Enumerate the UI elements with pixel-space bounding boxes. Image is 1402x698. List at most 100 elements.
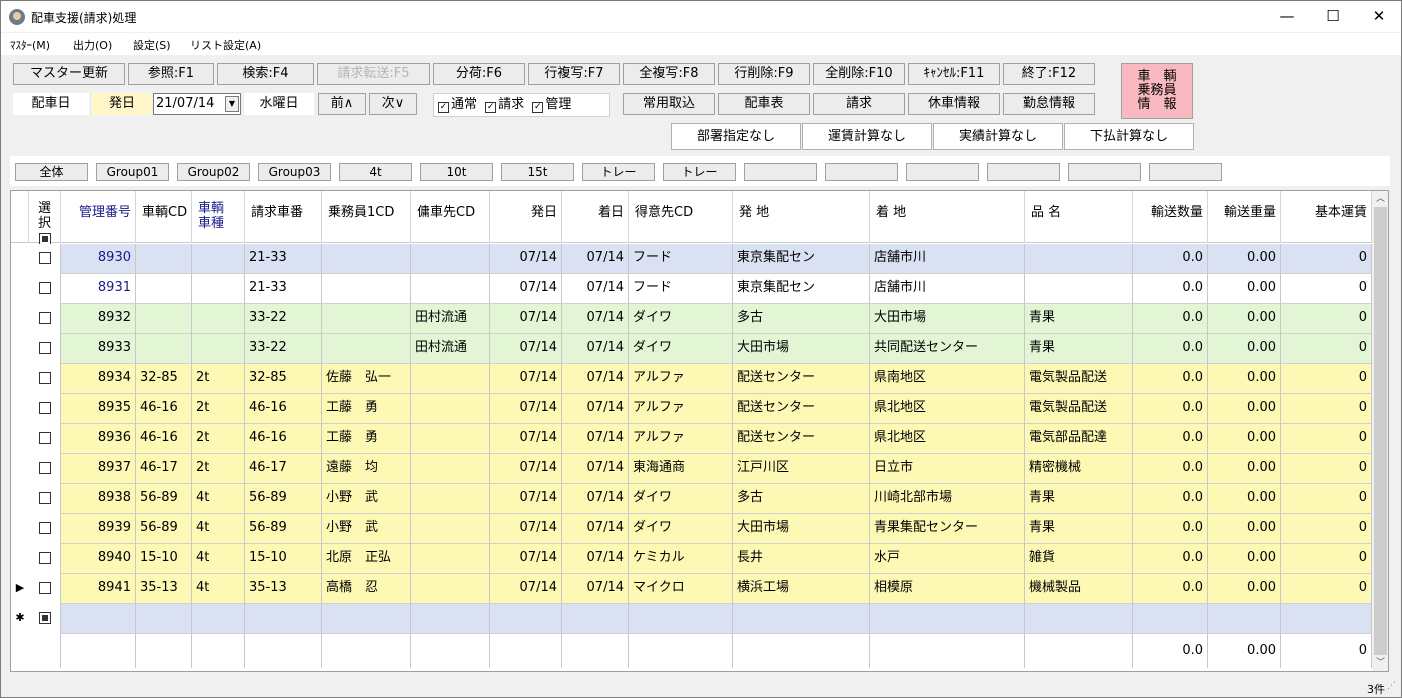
cell-empty[interactable] — [411, 604, 490, 634]
cell-no[interactable]: 21-33 — [245, 274, 322, 304]
cell-item[interactable]: 電気製品配送 — [1025, 364, 1133, 394]
cell-dep[interactable]: 07/14 — [490, 454, 562, 484]
row-select-cell[interactable] — [29, 454, 61, 484]
cell-sub[interactable] — [411, 424, 490, 454]
table-row[interactable]: 8936 46-16 2t 46-16 工藤 勇 07/14 07/14 アルファ 配送センター… — [11, 424, 1372, 454]
group-button-6[interactable]: 15t — [501, 163, 574, 181]
cell-dep[interactable]: 07/14 — [490, 304, 562, 334]
close-button[interactable]: ✕ — [1356, 1, 1402, 32]
cell-arr[interactable]: 07/14 — [562, 364, 629, 394]
cell-id[interactable]: 8937 — [61, 454, 136, 484]
cell-to[interactable]: 共同配送センター — [870, 334, 1025, 364]
regular-import-button[interactable]: 常用取込 — [623, 93, 715, 115]
cell-empty[interactable] — [322, 604, 411, 634]
table-row[interactable]: 8938 56-89 4t 56-89 小野 武 07/14 07/14 ダイワ 多古 川崎北部市… — [11, 484, 1372, 514]
cell-wt[interactable]: 0.00 — [1208, 424, 1281, 454]
cell-item[interactable]: 青果 — [1025, 484, 1133, 514]
check-icon[interactable]: ✓ — [438, 102, 449, 113]
cell-dep[interactable]: 07/14 — [490, 514, 562, 544]
cell-from[interactable]: 多古 — [733, 484, 870, 514]
cell-fare[interactable]: 0 — [1281, 334, 1372, 364]
menu-settings[interactable]: 設定(S) — [133, 37, 171, 53]
tab-department[interactable]: 部署指定なし — [671, 123, 801, 150]
rest-vehicle-info-button[interactable]: 休車情報 — [908, 93, 1000, 115]
cell-from[interactable]: 東京集配セン — [733, 274, 870, 304]
cell-item[interactable]: 青果 — [1025, 334, 1133, 364]
row-select-cell[interactable] — [29, 394, 61, 424]
row-checkbox[interactable] — [38, 342, 51, 354]
cell-fare[interactable]: 0 — [1281, 574, 1372, 604]
cell-arr[interactable]: 07/14 — [562, 484, 629, 514]
scroll-thumb[interactable] — [1374, 207, 1387, 655]
group-button-5[interactable]: 10t — [420, 163, 493, 181]
cell-cust[interactable]: アルファ — [629, 424, 733, 454]
attendance-info-button[interactable]: 勤怠情報 — [1003, 93, 1095, 115]
group-button-8[interactable]: トレー — [663, 163, 736, 181]
cell-no[interactable]: 46-16 — [245, 394, 322, 424]
group-button-3[interactable]: Group03 — [258, 163, 331, 181]
cell-qty[interactable]: 0.0 — [1133, 334, 1208, 364]
cell-sub[interactable] — [411, 394, 490, 424]
row-checkbox[interactable] — [38, 582, 51, 594]
cell-to[interactable]: 大田市場 — [870, 304, 1025, 334]
check-icon[interactable]: ✓ — [532, 102, 544, 113]
table-row[interactable]: 8939 56-89 4t 56-89 小野 武 07/14 07/14 ダイワ 大田市場 青果集… — [11, 514, 1372, 544]
cell-sub[interactable] — [411, 574, 490, 604]
cell-sub[interactable]: 田村流通 — [411, 334, 490, 364]
cell-car[interactable] — [136, 244, 192, 274]
cell-id[interactable]: 8939 — [61, 514, 136, 544]
cell-car[interactable]: 15-10 — [136, 544, 192, 574]
cell-id[interactable]: 8938 — [61, 484, 136, 514]
cell-car[interactable] — [136, 274, 192, 304]
column-header-14[interactable]: 輸送重量 — [1208, 191, 1281, 243]
cell-fare[interactable]: 0 — [1281, 454, 1372, 484]
billing-button[interactable]: 請求 — [813, 93, 905, 115]
cell-wt[interactable]: 0.00 — [1208, 574, 1281, 604]
row-checkbox[interactable] — [38, 612, 51, 624]
cell-sub[interactable] — [411, 274, 490, 304]
resize-grip-icon[interactable]: ⋰ — [1387, 681, 1396, 691]
row-header[interactable] — [11, 334, 29, 364]
cell-item[interactable]: 青果 — [1025, 514, 1133, 544]
cell-arr[interactable]: 07/14 — [562, 424, 629, 454]
cell-crew[interactable]: 高橋 忍 — [322, 574, 411, 604]
cell-fare[interactable]: 0 — [1281, 514, 1372, 544]
cell-empty[interactable] — [1281, 604, 1372, 634]
cell-to[interactable]: 青果集配センター — [870, 514, 1025, 544]
cell-qty[interactable]: 0.0 — [1133, 424, 1208, 454]
cell-arr[interactable]: 07/14 — [562, 574, 629, 604]
cell-item[interactable]: 機械製品 — [1025, 574, 1133, 604]
column-header-2[interactable]: 車輌CD — [136, 191, 192, 243]
table-row[interactable]: 8932 33-22 田村流通 07/14 07/14 ダイワ 多古 大田市場 青果 0.0 0.0… — [11, 304, 1372, 334]
row-header[interactable] — [11, 364, 29, 394]
cell-type[interactable] — [192, 334, 245, 364]
tab-fare-calc[interactable]: 運賃計算なし — [802, 123, 932, 150]
cell-arr[interactable]: 07/14 — [562, 274, 629, 304]
cell-arr[interactable]: 07/14 — [562, 304, 629, 334]
vertical-scrollbar[interactable]: ︿ ﹀ — [1372, 191, 1388, 671]
cell-cust[interactable]: ケミカル — [629, 544, 733, 574]
row-select-cell[interactable] — [29, 364, 61, 394]
cell-type[interactable]: 4t — [192, 544, 245, 574]
cell-dep[interactable]: 07/14 — [490, 274, 562, 304]
billing-transfer-button[interactable]: 請求転送:F5 — [317, 63, 430, 85]
row-select-cell[interactable] — [29, 514, 61, 544]
column-header-7[interactable]: 発日 — [490, 191, 562, 243]
column-header-11[interactable]: 着 地 — [870, 191, 1025, 243]
cell-fare[interactable]: 0 — [1281, 544, 1372, 574]
cell-type[interactable] — [192, 244, 245, 274]
cell-cust[interactable]: ダイワ — [629, 484, 733, 514]
column-header-6[interactable]: 傭車先CD — [411, 191, 490, 243]
table-row[interactable]: 8935 46-16 2t 46-16 工藤 勇 07/14 07/14 アルファ 配送センター… — [11, 394, 1372, 424]
cell-item[interactable] — [1025, 244, 1133, 274]
cell-item[interactable]: 青果 — [1025, 304, 1133, 334]
cell-no[interactable]: 32-85 — [245, 364, 322, 394]
cell-from[interactable]: 配送センター — [733, 424, 870, 454]
cell-empty[interactable] — [629, 604, 733, 634]
scroll-up-icon[interactable]: ︿ — [1372, 191, 1388, 207]
cell-crew[interactable]: 小野 武 — [322, 484, 411, 514]
cell-qty[interactable]: 0.0 — [1133, 484, 1208, 514]
group-button-10[interactable] — [825, 163, 898, 181]
cell-qty[interactable]: 0.0 — [1133, 514, 1208, 544]
table-row[interactable]: 8933 33-22 田村流通 07/14 07/14 ダイワ 大田市場 共同配送センター 青果… — [11, 334, 1372, 364]
